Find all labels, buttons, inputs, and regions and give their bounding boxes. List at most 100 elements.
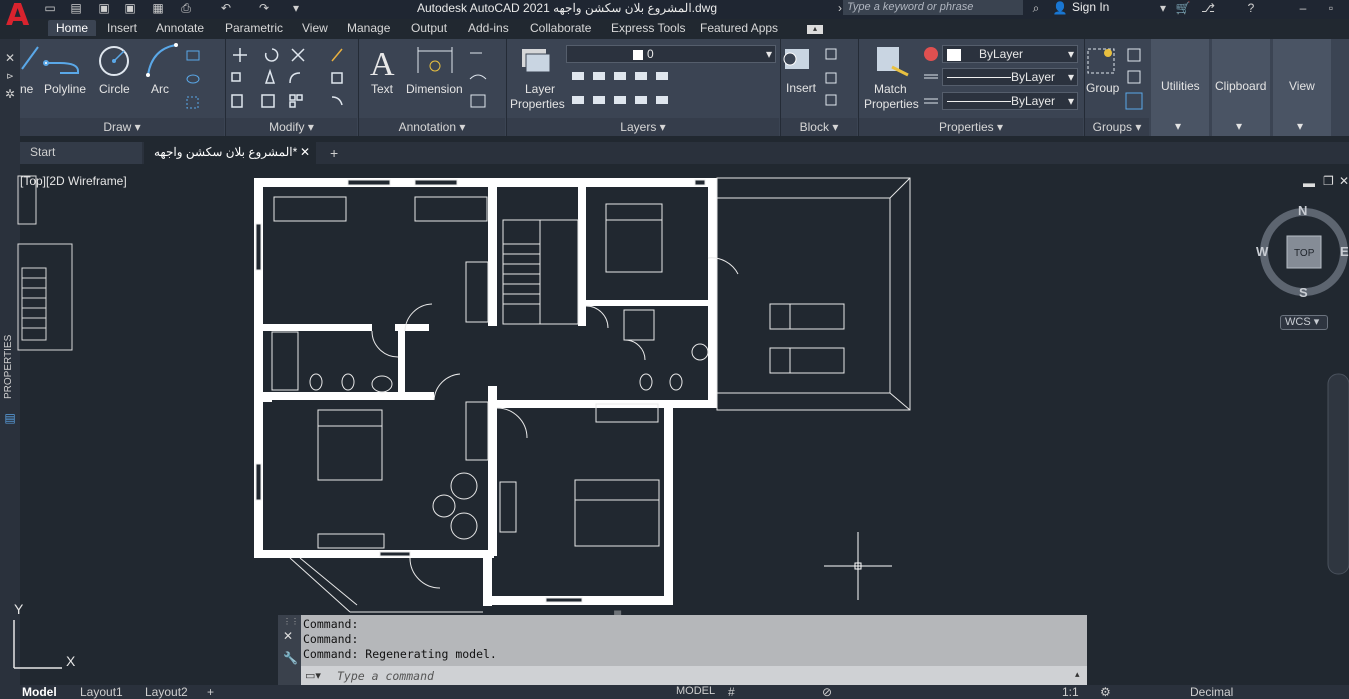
document-tab-bar: Start المشروع بلان سكشن واجهه* ✕ + xyxy=(20,142,1349,164)
leader-icon xyxy=(469,74,487,80)
close-command-icon[interactable]: ✕ xyxy=(283,629,293,643)
print-icon[interactable]: ⎙ xyxy=(178,1,194,15)
command-input[interactable]: ▭▾ Type a command ▴ xyxy=(301,666,1087,685)
palette-settings-icon[interactable]: ✲ xyxy=(2,87,18,101)
save-icon[interactable]: ▣ xyxy=(96,1,112,15)
minimize-icon[interactable]: – xyxy=(1295,1,1311,15)
clipboard-button[interactable]: Clipboard ▾ xyxy=(1212,39,1270,136)
open-file-icon[interactable]: ▤ xyxy=(68,1,84,15)
tab-start[interactable]: Start xyxy=(20,142,142,164)
command-prompt-icon[interactable]: ▭▾ xyxy=(305,669,321,682)
compass-west[interactable]: W xyxy=(1256,244,1268,259)
polyline-button[interactable]: Polyline xyxy=(44,82,86,96)
tab-parametric[interactable]: Parametric xyxy=(225,21,283,35)
viewport-minimize-icon[interactable]: ▬ xyxy=(1303,176,1315,190)
tab-express-tools[interactable]: Express Tools xyxy=(611,21,685,35)
close-tab-icon[interactable]: ✕ xyxy=(300,142,310,163)
polyline-icon xyxy=(43,60,79,74)
dimension-button[interactable]: Dimension xyxy=(406,82,463,96)
layer-dropdown[interactable]: 0 ▾ xyxy=(566,45,776,63)
palette-autohide-icon[interactable]: ⊳ xyxy=(2,69,18,83)
tab-active-drawing[interactable]: المشروع بلان سكشن واجهه* ✕ xyxy=(144,142,316,164)
units-button[interactable]: Decimal xyxy=(1190,685,1233,699)
tab-featured-apps[interactable]: Featured Apps xyxy=(700,21,778,35)
new-tab-icon[interactable]: + xyxy=(330,145,338,161)
utilities-label: Utilities xyxy=(1161,79,1200,93)
erase-icon xyxy=(331,48,343,62)
compass-north[interactable]: N xyxy=(1298,203,1307,218)
qat-dropdown-icon[interactable]: ▾ xyxy=(288,1,304,15)
properties-panel-footer[interactable]: Properties ▾ xyxy=(859,118,1083,136)
wcs-menu[interactable]: WCS ▾ xyxy=(1280,315,1328,330)
tab-layout2[interactable]: Layout2 xyxy=(145,685,188,699)
navigation-bar xyxy=(1327,373,1349,575)
model-space-button[interactable]: MODEL xyxy=(676,685,715,697)
close-window-icon[interactable]: ▫ xyxy=(1323,1,1339,15)
tab-model[interactable]: Model xyxy=(22,685,57,699)
palette-close-icon[interactable]: ✕ xyxy=(2,51,18,65)
polar-icon[interactable]: ⊘ xyxy=(822,685,832,699)
settings-gear-icon[interactable]: ⚙ xyxy=(1100,685,1111,699)
chevron-down-icon: ▾ xyxy=(1297,119,1304,133)
tab-layout1[interactable]: Layout1 xyxy=(80,685,123,699)
layer-properties-button-line2[interactable]: Properties xyxy=(510,97,565,111)
search-icon[interactable]: ⌕ xyxy=(1028,1,1044,15)
undo-icon[interactable]: ↶ xyxy=(218,1,234,15)
new-file-icon[interactable]: ▭ xyxy=(42,1,58,15)
cart-icon[interactable]: 🛒 xyxy=(1175,1,1191,15)
customize-icon[interactable]: 🔧 xyxy=(283,651,298,665)
command-window-handle[interactable]: ⋮⋮ ✕ 🔧 xyxy=(278,615,301,685)
annotation-scale-button[interactable]: 1:1 xyxy=(1062,685,1079,699)
compass-south[interactable]: S xyxy=(1299,285,1308,300)
command-history-toggle-icon[interactable]: ▴ xyxy=(1075,669,1080,680)
layer-properties-button-line1[interactable]: Layer xyxy=(525,82,555,96)
drag-handle-icon[interactable]: ⋮⋮ xyxy=(283,617,299,626)
user-icon[interactable]: 👤 xyxy=(1052,1,1068,15)
groups-panel-footer[interactable]: Groups ▾ xyxy=(1085,118,1149,136)
text-button[interactable]: Text xyxy=(371,82,393,96)
compass-east[interactable]: E xyxy=(1340,244,1349,259)
viewport-controls-label[interactable]: [Top][2D Wireframe] xyxy=(20,174,127,188)
color-dropdown[interactable]: ByLayer ▾ xyxy=(942,45,1078,63)
match-properties-button-line1[interactable]: Match xyxy=(874,82,907,96)
ribbon-options-icon[interactable]: ▴ xyxy=(807,25,823,34)
search-input[interactable]: Type a keyword or phrase xyxy=(843,0,1023,15)
match-properties-button-line2[interactable]: Properties xyxy=(864,97,919,111)
utilities-button[interactable]: Utilities ▾ xyxy=(1151,39,1209,136)
group-button[interactable]: Group xyxy=(1086,81,1119,95)
grid-icon[interactable]: # xyxy=(728,685,735,699)
view-panel-button[interactable]: View ▾ xyxy=(1273,39,1331,136)
tab-annotate[interactable]: Annotate xyxy=(156,21,204,35)
viewport-close-icon[interactable]: ✕ xyxy=(1339,174,1349,188)
save-as-icon[interactable]: ▣ xyxy=(122,1,138,15)
add-layout-icon[interactable]: + xyxy=(207,685,214,699)
block-panel-footer[interactable]: Block ▾ xyxy=(781,118,857,136)
current-layer-name: 0 xyxy=(647,47,654,61)
circle-button[interactable]: Circle xyxy=(99,82,130,96)
layers-panel-footer[interactable]: Layers ▾ xyxy=(507,118,779,136)
autocad-logo-icon[interactable]: A xyxy=(6,0,34,32)
layer-properties-icon xyxy=(522,49,551,73)
tab-output[interactable]: Output xyxy=(411,21,447,35)
tab-manage[interactable]: Manage xyxy=(347,21,390,35)
sign-in-button[interactable]: Sign In xyxy=(1072,0,1109,14)
tab-insert[interactable]: Insert xyxy=(107,21,137,35)
tab-home[interactable]: Home xyxy=(48,20,97,36)
signin-dropdown-icon[interactable]: ▾ xyxy=(1155,1,1171,15)
annotation-panel-footer[interactable]: Annotation ▾ xyxy=(359,118,505,136)
web-mobile-icon[interactable]: ▦ xyxy=(150,1,166,15)
lineweight-dropdown[interactable]: ByLayer ▾ xyxy=(942,92,1078,110)
tab-view[interactable]: View xyxy=(302,21,328,35)
line-button[interactable]: ne xyxy=(20,82,33,96)
share-icon[interactable]: ⎇ xyxy=(1200,1,1216,15)
tab-add-ins[interactable]: Add-ins xyxy=(468,21,509,35)
help-icon[interactable]: ? xyxy=(1243,1,1259,15)
arc-button[interactable]: Arc xyxy=(151,82,169,96)
viewport-restore-icon[interactable]: ❐ xyxy=(1323,174,1334,188)
insert-button[interactable]: Insert xyxy=(786,81,816,95)
tab-collaborate[interactable]: Collaborate xyxy=(530,21,591,35)
draw-panel-footer[interactable]: Draw ▾ xyxy=(20,118,224,136)
linetype-dropdown[interactable]: ByLayer ▾ xyxy=(942,68,1078,86)
modify-panel-footer[interactable]: Modify ▾ xyxy=(226,118,357,136)
redo-icon[interactable]: ↷ xyxy=(256,1,272,15)
